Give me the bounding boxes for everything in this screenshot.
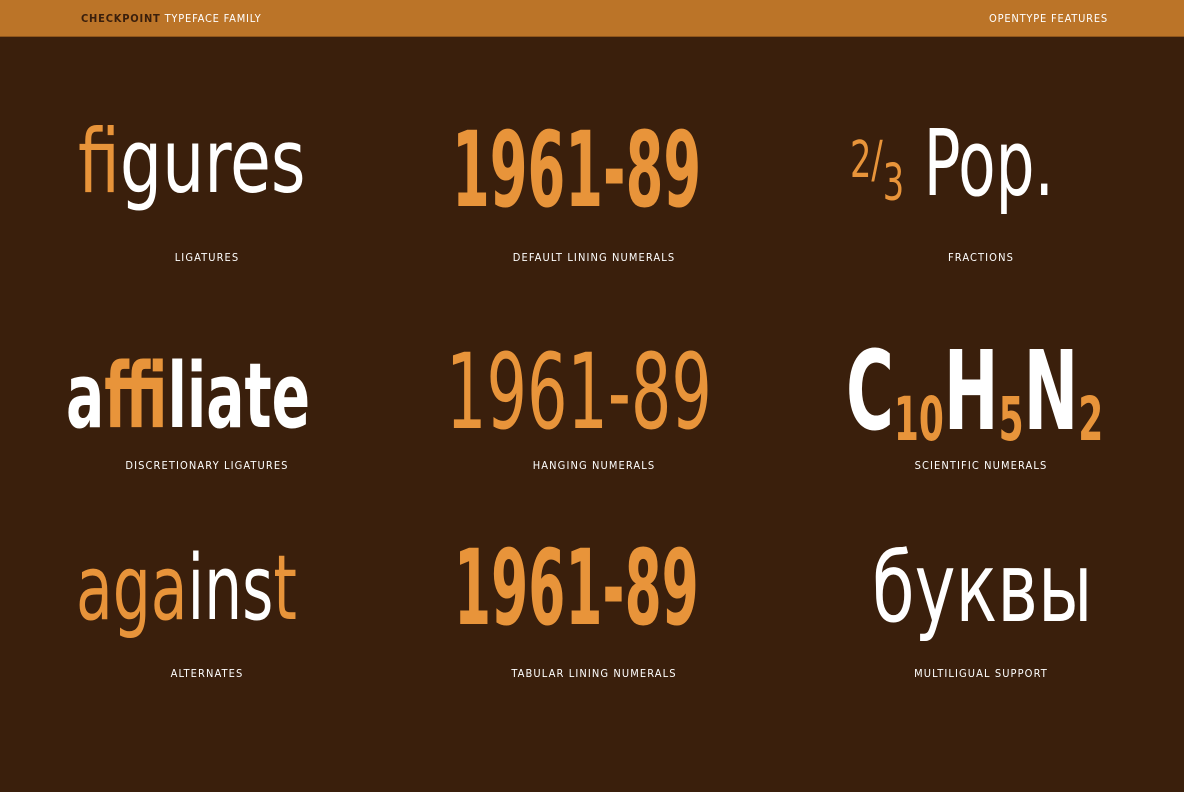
discretionary-rest: liate [167,344,311,449]
header-brand: CHECKPOINT [81,12,161,25]
fraction-numerator: 2 [850,130,872,190]
fraction: 2/3 [850,110,904,217]
sample-fractions: 2/3 Pop. [850,118,1054,210]
sample-scientific: C10H5N2 [846,336,1103,450]
alternates-ins: ins [187,536,274,641]
fraction-word: Pop. [923,110,1054,217]
scientific-c: C [846,327,894,455]
discretionary-a: a [66,344,105,449]
ligature-fi: fi [78,110,120,213]
sample-hanging: 1961-89 [446,331,712,453]
caption-hanging: HANGING NUMERALS [532,459,656,472]
caption-ligatures: LIGATURES [174,251,240,264]
ligature-rest: gures [119,110,306,213]
fraction-slash: / [871,130,883,190]
scientific-h-sub: 5 [998,384,1024,455]
header-bar: CHECKPOINT TYPEFACE FAMILY OPENTYPE FEAT… [0,0,1184,37]
header-section: OPENTYPE FEATURES [988,12,1108,25]
caption-fractions: FRACTIONS [948,251,1014,264]
scientific-n: N [1023,327,1079,455]
sample-default-lining: 1961-89 [452,109,702,231]
header-title: CHECKPOINT TYPEFACE FAMILY [81,12,261,26]
caption-tabular: TABULAR LINING NUMERALS [511,667,677,680]
scientific-c-sub: 10 [893,384,944,455]
caption-default-lining: DEFAULT LINING NUMERALS [512,251,676,264]
caption-alternates: ALTERNATES [170,667,244,680]
sample-discretionary: affiliate [66,352,310,442]
scientific-h: H [943,327,999,455]
alternates-aga: aga [76,536,188,641]
fraction-denominator: 3 [882,153,905,213]
caption-multilingual: MULTILIGUAL SUPPORT [914,667,1048,680]
discretionary-ffi: ffi [104,344,168,449]
caption-scientific: SCIENTIFIC NUMERALS [914,459,1048,472]
alternates-t: t [273,536,297,641]
sample-tabular: 1961-89 [454,527,699,649]
sample-ligatures: figures [78,118,306,206]
sample-multilingual: буквы [872,532,1093,644]
caption-discretionary: DISCRETIONARY LIGATURES [125,459,289,472]
sample-alternates: against [76,544,297,634]
scientific-n-sub: 2 [1078,384,1104,455]
header-family: TYPEFACE FAMILY [164,12,262,25]
